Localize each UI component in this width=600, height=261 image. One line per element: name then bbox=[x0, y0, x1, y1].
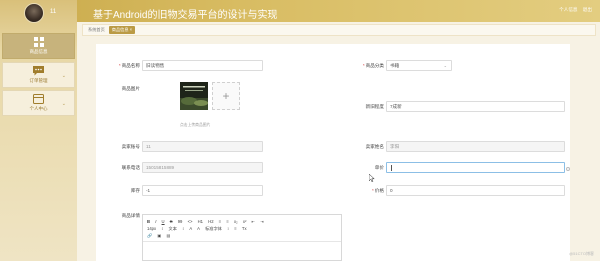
align-button[interactable]: ≡ bbox=[234, 226, 236, 231]
heading-select[interactable]: 文本 bbox=[169, 226, 177, 231]
header-links: 个人信息 退出 bbox=[555, 7, 592, 13]
price-label: 单价 bbox=[374, 165, 384, 170]
sales-input[interactable]: 0 bbox=[386, 185, 565, 196]
tab-product-info[interactable]: 商品信息 × bbox=[108, 26, 136, 34]
chevron-updown-icon: ↕ bbox=[227, 226, 230, 231]
mouse-cursor-icon bbox=[369, 174, 375, 182]
top-header bbox=[0, 0, 600, 22]
exit-link[interactable]: 退出 bbox=[583, 7, 592, 12]
app-title: 基于Android的旧物交易平台的设计与实现 bbox=[93, 10, 278, 21]
new-old-input[interactable]: 7成新 bbox=[386, 101, 565, 112]
editor-toolbar-row-1: B I U S 99 <> H1 H2 ≡ ≡ x₂ x² ⇤ ⇥ bbox=[147, 219, 268, 224]
underline-button[interactable]: U bbox=[162, 219, 165, 224]
video-icon[interactable]: ▤ bbox=[167, 233, 171, 238]
link-icon[interactable]: 🔗 bbox=[147, 233, 152, 238]
code-button[interactable]: <> bbox=[188, 219, 193, 224]
category-value: 书籍 bbox=[390, 62, 400, 68]
image-icon[interactable]: ▣ bbox=[157, 233, 161, 238]
rich-text-editor[interactable]: B I U S 99 <> H1 H2 ≡ ≡ x₂ x² ⇤ ⇥ 14px ↕… bbox=[142, 214, 342, 261]
superscript-button[interactable]: x² bbox=[243, 219, 247, 224]
chevron-down-icon: ⌄ bbox=[61, 101, 66, 107]
italic-button[interactable]: I bbox=[155, 219, 156, 224]
sidebar-item-label: 个人中心 bbox=[29, 106, 48, 111]
product-image-thumbnail[interactable] bbox=[180, 82, 208, 110]
grid-icon bbox=[33, 37, 44, 47]
sidebar-item-personal-center[interactable]: 个人中心 ⌄ bbox=[2, 90, 75, 116]
merchant-name-input[interactable]: 李阳 bbox=[386, 141, 565, 152]
product-image bbox=[180, 82, 208, 110]
sidebar-item-product-info[interactable]: 商品信息 bbox=[2, 33, 75, 59]
plus-icon: + bbox=[222, 89, 230, 103]
bullet-list-button[interactable]: ≡ bbox=[226, 219, 228, 224]
chevron-down-icon: ⌄ bbox=[443, 63, 447, 68]
sales-label: *价格 bbox=[372, 188, 384, 193]
personal-info-link[interactable]: 个人信息 bbox=[559, 7, 577, 12]
wallet-icon bbox=[33, 94, 44, 104]
h2-button[interactable]: H2 bbox=[208, 219, 213, 224]
phone-label: 联系电话 bbox=[121, 165, 140, 170]
font-size-select[interactable]: 14px bbox=[147, 226, 156, 231]
merchant-account-label: 卖家账号 bbox=[121, 144, 140, 149]
ordered-list-button[interactable]: ≡ bbox=[219, 219, 221, 224]
breadcrumb-home[interactable]: 系统首页 bbox=[88, 27, 105, 33]
upload-tip: 点击上传商品图片 bbox=[180, 123, 211, 127]
new-old-label: 新旧程度 bbox=[365, 104, 384, 109]
product-name-label: *商品名称 bbox=[118, 63, 140, 68]
clear-format-button[interactable]: Tx bbox=[242, 226, 247, 231]
category-select[interactable]: 书籍 ⌄ bbox=[386, 60, 452, 71]
outdent-button[interactable]: ⇤ bbox=[252, 219, 256, 224]
image-label: 商品图片 bbox=[121, 86, 140, 91]
merchant-name-label: 卖家姓名 bbox=[365, 144, 384, 149]
font-color-button[interactable]: A bbox=[189, 226, 192, 231]
editor-toolbar-row-2: 14px ↕ 文本 ↕ A A 标准字体 ↕ ≡ Tx bbox=[147, 226, 251, 232]
user-name: 11 bbox=[50, 9, 57, 15]
stock-input[interactable]: -1 bbox=[142, 185, 263, 196]
quote-button[interactable]: 99 bbox=[178, 219, 183, 224]
merchant-account-input[interactable]: 11 bbox=[142, 141, 263, 152]
stock-label: 库存 bbox=[130, 188, 140, 193]
sidebar-item-orders[interactable]: 订单管理 ⌄ bbox=[2, 62, 75, 88]
price-input[interactable] bbox=[386, 162, 565, 173]
chevron-down-icon: ⌄ bbox=[61, 73, 66, 79]
product-form: *商品名称 旧读物售 *商品分类 书籍 ⌄ 商品图片 + 点击上传商品图片 新旧… bbox=[96, 44, 570, 261]
text-cursor bbox=[391, 164, 392, 171]
avatar[interactable] bbox=[24, 3, 44, 23]
h1-button[interactable]: H1 bbox=[198, 219, 203, 224]
chevron-updown-icon: ↕ bbox=[182, 226, 185, 231]
indent-button[interactable]: ⇥ bbox=[260, 219, 264, 224]
phone-input[interactable]: 15015815889 bbox=[142, 162, 263, 173]
detail-label: 商品详情 bbox=[121, 213, 140, 218]
strike-button[interactable]: S bbox=[170, 219, 173, 224]
chevron-updown-icon: ↕ bbox=[161, 226, 164, 231]
sidebar-item-label: 订单管理 bbox=[29, 78, 48, 83]
font-family-select[interactable]: 标准字体 bbox=[205, 226, 222, 231]
editor-toolbar-row-3: 🔗 ▣ ▤ bbox=[147, 233, 175, 239]
product-name-input[interactable]: 旧读物售 bbox=[142, 60, 263, 71]
watermark: @51CTO博客 bbox=[569, 251, 594, 256]
image-upload-button[interactable]: + bbox=[212, 82, 240, 110]
breadcrumb: 系统首页 商品信息 × bbox=[82, 24, 596, 36]
subscript-button[interactable]: x₂ bbox=[234, 219, 238, 224]
message-icon bbox=[33, 66, 44, 76]
category-label: *商品分类 bbox=[362, 63, 384, 68]
background-color-button[interactable]: A bbox=[197, 226, 200, 231]
editor-content-area[interactable] bbox=[143, 241, 341, 260]
scroll-indicator[interactable] bbox=[566, 167, 570, 171]
bold-button[interactable]: B bbox=[147, 219, 150, 224]
sidebar-item-label: 商品信息 bbox=[29, 49, 48, 54]
